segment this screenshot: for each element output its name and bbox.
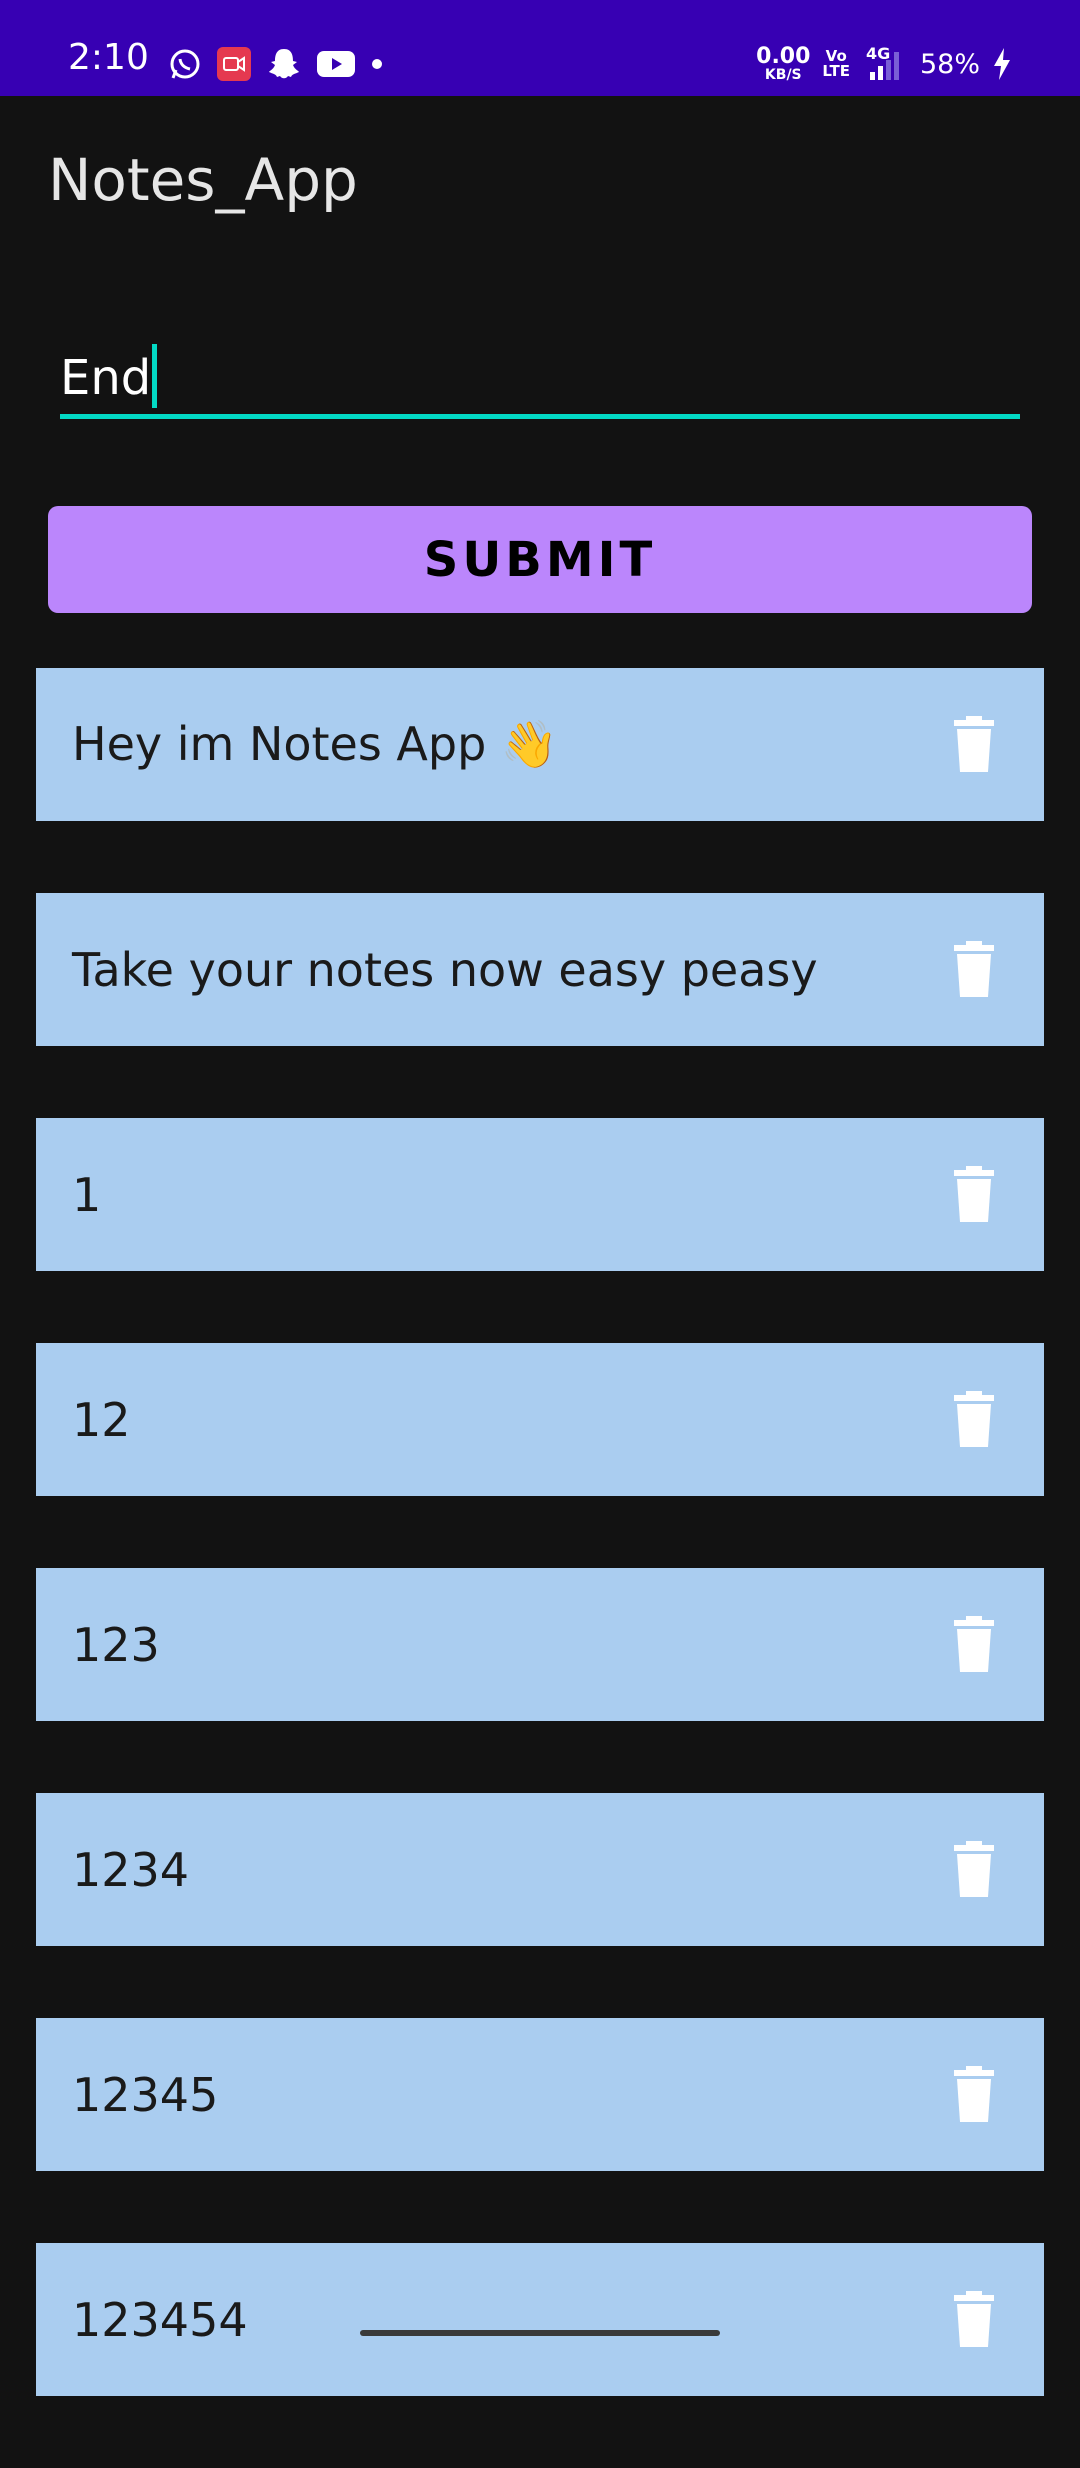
note-text: 12345	[72, 2067, 219, 2122]
gesture-navigation-handle[interactable]	[360, 2330, 720, 2336]
note-item[interactable]: Take your notes now easy peasy	[36, 893, 1044, 1046]
note-item[interactable]: 123	[36, 1568, 1044, 1721]
system-icons: 0.00 KB/S Vo LTE 4G 58%	[756, 44, 1012, 83]
note-item[interactable]: Hey im Notes App 👋	[36, 668, 1044, 821]
submit-button[interactable]: SUBMIT	[48, 506, 1032, 613]
dot-icon	[372, 59, 382, 69]
status-time: 2:10	[68, 37, 149, 78]
trash-icon	[954, 716, 994, 772]
delete-button[interactable]	[946, 706, 1002, 782]
note-text: 1	[72, 1167, 102, 1222]
note-input[interactable]	[60, 340, 1020, 416]
network-speed-value: 0.00	[756, 44, 811, 69]
note-item[interactable]: 12	[36, 1343, 1044, 1496]
delete-button[interactable]	[946, 2281, 1002, 2357]
note-text: 123	[72, 1617, 160, 1672]
delete-button[interactable]	[946, 931, 1002, 1007]
app-title: Notes_App	[48, 146, 358, 214]
note-text: 123454	[72, 2292, 248, 2347]
delete-button[interactable]	[946, 1381, 1002, 1457]
delete-button[interactable]	[946, 1831, 1002, 1907]
volte-indicator: Vo LTE	[822, 49, 850, 79]
note-text: Take your notes now easy peasy	[72, 942, 818, 997]
text-cursor	[152, 344, 157, 408]
trash-icon	[954, 1841, 994, 1897]
note-input-container[interactable]	[60, 340, 1020, 420]
input-underline	[60, 414, 1020, 419]
battery-percentage: 58%	[919, 48, 980, 80]
network-speed-unit: KB/S	[764, 67, 802, 83]
trash-icon	[954, 1166, 994, 1222]
note-text: 1234	[72, 1842, 190, 1897]
note-item[interactable]: 123454	[36, 2243, 1044, 2396]
status-bar: 2:10 0.00 KB/S Vo LTE 4G 58%	[0, 0, 1080, 96]
network-speed: 0.00 KB/S	[756, 44, 811, 83]
note-text: Hey im Notes App 👋	[72, 717, 559, 771]
delete-button[interactable]	[946, 1606, 1002, 1682]
delete-button[interactable]	[946, 2056, 1002, 2132]
note-item[interactable]: 1234	[36, 1793, 1044, 1946]
whatsapp-icon	[170, 49, 200, 79]
snapchat-icon	[269, 49, 299, 79]
note-text: 12	[72, 1392, 131, 1447]
note-item[interactable]: 12345	[36, 2018, 1044, 2171]
volte-bottom: LTE	[822, 62, 850, 80]
notification-icons	[168, 46, 384, 82]
trash-icon	[954, 2066, 994, 2122]
trash-icon	[954, 1391, 994, 1447]
screen-recorder-icon	[217, 47, 251, 81]
trash-icon	[954, 941, 994, 997]
delete-button[interactable]	[946, 1156, 1002, 1232]
charging-icon	[994, 48, 1010, 80]
note-item[interactable]: 1	[36, 1118, 1044, 1271]
trash-icon	[954, 1616, 994, 1672]
signal-icon: 4G	[862, 44, 908, 82]
notes-list: Hey im Notes App 👋 Take your notes now e…	[36, 668, 1044, 2468]
youtube-icon	[317, 51, 355, 77]
trash-icon	[954, 2291, 994, 2347]
